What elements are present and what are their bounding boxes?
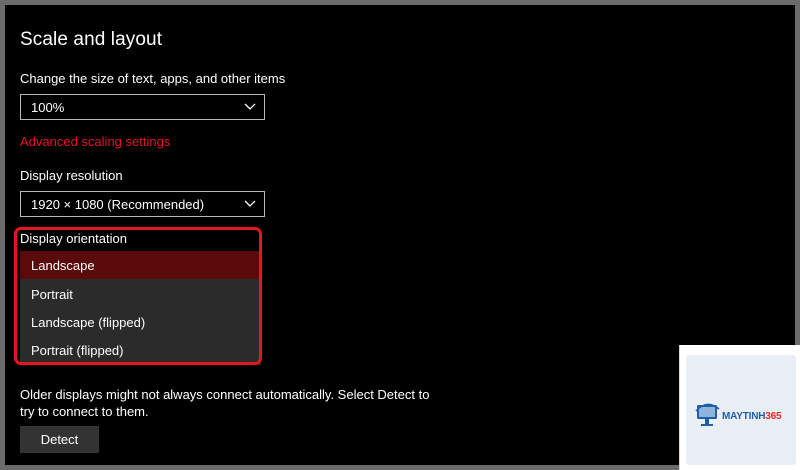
highlight-annotation: [14, 227, 262, 365]
settings-window: Scale and layout Change the size of text…: [5, 5, 795, 465]
watermark-logo: MAYTINH365: [679, 345, 800, 470]
resolution-value: 1920 × 1080 (Recommended): [31, 197, 205, 212]
logo-panel: MAYTINH365: [686, 355, 796, 465]
scale-label: Change the size of text, apps, and other…: [20, 71, 286, 86]
logo-brand: MAYTINH: [722, 411, 766, 422]
chevron-down-icon: [244, 103, 256, 110]
logo-number: 365: [765, 411, 782, 422]
monitor-icon: [695, 403, 720, 426]
resolution-dropdown[interactable]: 1920 × 1080 (Recommended): [20, 191, 265, 217]
chevron-down-icon: [244, 200, 256, 207]
logo-wordmark: MAYTINH365: [722, 411, 782, 422]
advanced-scaling-link[interactable]: Advanced scaling settings: [20, 134, 170, 149]
resolution-label: Display resolution: [20, 168, 123, 183]
scale-value: 100%: [31, 100, 65, 115]
scale-dropdown[interactable]: 100%: [20, 94, 265, 120]
detect-note: Older displays might not always connect …: [20, 387, 430, 419]
detect-button[interactable]: Detect: [20, 426, 99, 453]
section-title: Scale and layout: [20, 29, 163, 50]
